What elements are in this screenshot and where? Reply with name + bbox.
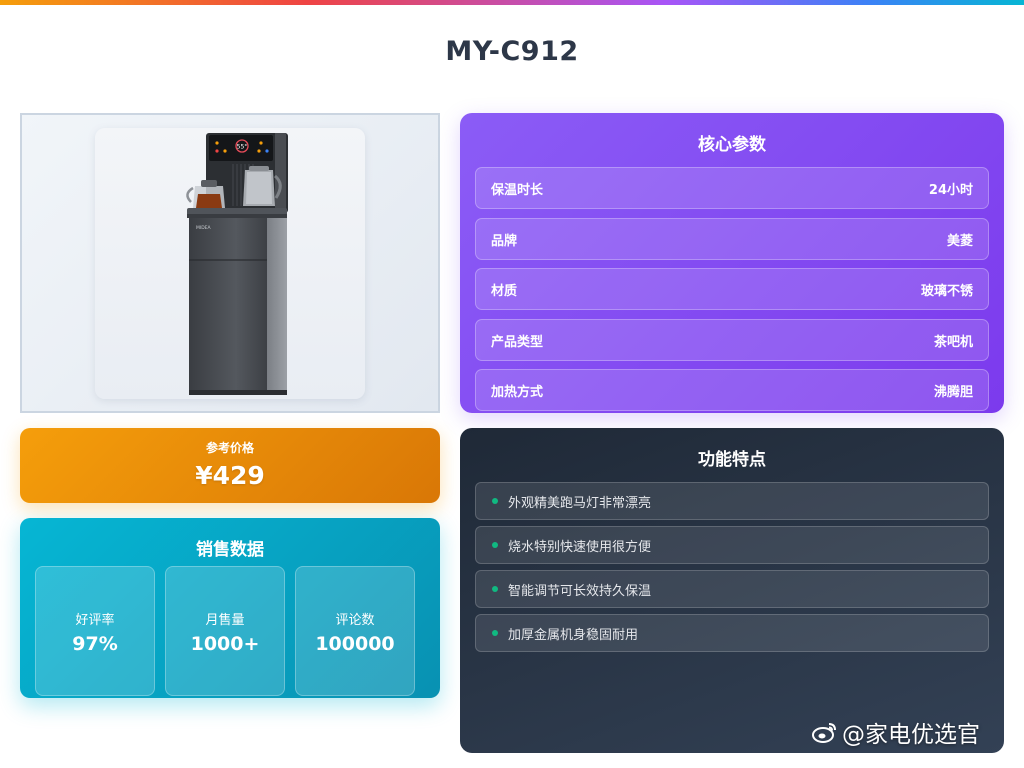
sales-stat-label: 月售量: [205, 613, 245, 628]
watermark-text: @家电优选官: [842, 722, 980, 748]
feature-text: 外观精美跑马灯非常漂亮: [508, 495, 652, 511]
sales-stat-value: 100000: [315, 633, 395, 655]
feature-text: 烧水特别快速使用很方便: [508, 539, 652, 555]
core-specs-panel: 核心参数 保温时长 24小时 品牌 美菱 材质 玻璃不锈 产品类型 茶吧机 加热…: [460, 113, 1004, 413]
spec-row: 品牌 美菱: [475, 218, 989, 260]
feature-text: 加厚金属机身稳固耐用: [508, 627, 639, 643]
bullet-dot-icon: [492, 498, 498, 504]
water-dispenser-image: 55° MIDEA: [186, 133, 288, 395]
sales-data-panel: 销售数据 好评率 97% 月售量 1000+ 评论数 100000: [20, 518, 440, 698]
spec-value: 美菱: [946, 233, 973, 249]
top-gradient-bar: [0, 0, 1024, 5]
sales-stat-value: 97%: [72, 633, 118, 655]
spec-value: 沸腾胆: [933, 384, 973, 400]
feature-item: 烧水特别快速使用很方便: [475, 526, 989, 564]
spec-row: 材质 玻璃不锈: [475, 268, 989, 310]
spec-label: 产品类型: [491, 334, 544, 350]
bullet-dot-icon: [492, 630, 498, 636]
sales-stat-rating: 好评率 97%: [35, 566, 155, 696]
reference-price-panel: 参考价格 ¥429: [20, 428, 440, 503]
bullet-dot-icon: [492, 542, 498, 548]
features-heading: 功能特点: [698, 450, 766, 470]
sales-stat-reviews: 评论数 100000: [295, 566, 415, 696]
sales-stat-value: 1000+: [190, 633, 260, 655]
weibo-icon: [812, 723, 836, 743]
sales-stat-label: 评论数: [335, 613, 375, 628]
spec-label: 材质: [491, 283, 518, 299]
specs-heading: 核心参数: [698, 135, 766, 155]
display-temperature: 55°: [237, 144, 248, 151]
spec-label: 品牌: [491, 233, 518, 249]
spec-value: 玻璃不锈: [920, 283, 973, 299]
feature-item: 外观精美跑马灯非常漂亮: [475, 482, 989, 520]
spec-value: 茶吧机: [933, 334, 973, 350]
sales-heading: 销售数据: [196, 540, 264, 560]
feature-item: 加厚金属机身稳固耐用: [475, 614, 989, 652]
features-panel: 功能特点 外观精美跑马灯非常漂亮 烧水特别快速使用很方便 智能调节可长效持久保温…: [460, 428, 1004, 753]
price-value: ¥429: [195, 461, 265, 490]
spec-row: 加热方式 沸腾胆: [475, 369, 989, 411]
bullet-dot-icon: [492, 586, 498, 592]
product-brand-mark: MIDEA: [196, 225, 212, 231]
product-image-panel: 55° MIDEA: [20, 113, 440, 413]
spec-row: 保温时长 24小时: [475, 167, 989, 209]
sales-stat-label: 好评率: [75, 613, 115, 628]
spec-value: 24小时: [928, 182, 973, 198]
feature-item: 智能调节可长效持久保温: [475, 570, 989, 608]
feature-text: 智能调节可长效持久保温: [508, 583, 652, 599]
product-image-card: 55° MIDEA: [95, 128, 365, 399]
spec-label: 保温时长: [491, 182, 544, 198]
spec-label: 加热方式: [491, 384, 544, 400]
watermark: @家电优选官: [812, 717, 980, 748]
page-title: MY-C912: [445, 36, 579, 67]
sales-stat-monthly: 月售量 1000+: [165, 566, 285, 696]
price-label: 参考价格: [205, 441, 254, 455]
spec-row: 产品类型 茶吧机: [475, 319, 989, 361]
